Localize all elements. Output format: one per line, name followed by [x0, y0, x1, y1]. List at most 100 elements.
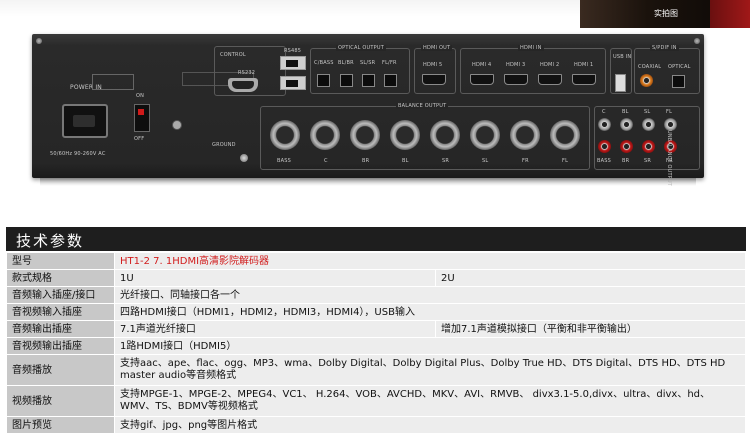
rca-bottom-label: BR — [622, 158, 630, 164]
spec-value: 支持aac、ape、flac、ogg、MP3、wma、Dolby Digital… — [114, 354, 746, 386]
spec-value: 7.1声道光纤接口 — [114, 320, 436, 338]
rca-jack — [642, 118, 655, 131]
xlr-connector — [550, 120, 580, 150]
ground-label: GROUND — [212, 142, 236, 148]
rca-top-label: SL — [644, 109, 651, 115]
spdif-label: S/PDIF IN — [650, 45, 679, 51]
optical-port-label: BL/BR — [338, 60, 354, 66]
optical-port-label: FL/FR — [382, 60, 397, 66]
xlr-connector — [390, 120, 420, 150]
xlr-connector — [470, 120, 500, 150]
rs232-port — [228, 78, 258, 92]
ground-terminal — [172, 120, 182, 130]
xlr-connector — [350, 120, 380, 150]
spec-key: 视频播放 — [6, 385, 115, 417]
rs485-label: RS485 — [284, 48, 302, 54]
rca-top-label: C — [602, 109, 606, 115]
spec-value: 支持MPGE-1、MPGE-2、MPEG4、VC1、 H.264、VOB、AVC… — [114, 385, 746, 417]
balance-port-label: SR — [442, 158, 450, 164]
rca-top-label: BL — [622, 109, 629, 115]
panel-shadow — [40, 178, 696, 186]
hdmi-port — [504, 74, 528, 85]
spec-title-bar: 技术参数 — [6, 227, 746, 251]
table-row: 音频播放 支持aac、ape、flac、ogg、MP3、wma、Dolby Di… — [6, 354, 746, 386]
spec-key: 音视频输出插座 — [6, 337, 115, 355]
spec-value: 支持gif、jpg、png等图片格式 — [114, 416, 746, 434]
hdmi-out-section — [414, 48, 456, 94]
product-photo: 实拍图 POWER IN 50/60Hz 90-260V AC ON OFF G… — [0, 0, 750, 200]
spec-value: 2U — [435, 269, 746, 287]
optical-output-label: OPTICAL OUTPUT — [336, 45, 386, 51]
spec-key: 图片预览 — [6, 416, 115, 434]
hdmi-in-port-label: HDMI 3 — [506, 62, 526, 68]
spdif-section — [634, 48, 700, 94]
spec-value: 光纤接口、同轴接口各一个 — [114, 286, 746, 304]
coaxial-port — [640, 74, 653, 87]
rca-jack-red — [598, 140, 611, 153]
usb-label: USB IN — [613, 54, 632, 60]
power-socket-inner — [73, 115, 95, 127]
xlr-connector — [430, 120, 460, 150]
ground-screw — [240, 154, 248, 162]
xlr-connector — [310, 120, 340, 150]
spec-key: 型号 — [6, 252, 115, 270]
screw-icon — [36, 38, 42, 44]
warning-label-box — [92, 74, 134, 90]
power-socket — [62, 104, 108, 138]
table-row: 款式规格 1U 2U — [6, 269, 746, 287]
table-row: 图片预览 支持gif、jpg、png等图片格式 — [6, 416, 746, 434]
switch-on-label: ON — [136, 93, 145, 99]
optical-port — [384, 74, 397, 87]
hdmi-in-port-label: HDMI 1 — [574, 62, 594, 68]
balance-port-label: BR — [362, 158, 370, 164]
rs232-port-inner — [232, 81, 254, 89]
power-spec-label: 50/60Hz 90-260V AC — [50, 151, 106, 157]
rear-panel: POWER IN 50/60Hz 90-260V AC ON OFF GROUN… — [32, 34, 704, 186]
usb-port — [615, 74, 626, 92]
hdmi-in-section — [460, 48, 606, 94]
hdmi-port — [538, 74, 562, 85]
rs232-label: RS232 — [238, 70, 256, 76]
balance-port-label: C — [324, 158, 328, 164]
balance-port-label: FR — [522, 158, 529, 164]
rca-bottom-label: SR — [644, 158, 652, 164]
rca-jack — [620, 118, 633, 131]
balance-port-label: SL — [482, 158, 489, 164]
optical-port — [317, 74, 330, 87]
rs485-port-top — [280, 56, 306, 70]
spec-value: 1U — [114, 269, 436, 287]
power-switch — [134, 104, 150, 132]
optical-port — [340, 74, 353, 87]
hdmi-out-label: HDMI OUT — [421, 45, 453, 51]
screw-icon — [694, 38, 700, 44]
spec-key: 音视频输入插座 — [6, 303, 115, 321]
control-label: CONTROL — [220, 52, 246, 58]
balance-port-label: BASS — [277, 158, 291, 164]
rca-jack-red — [642, 140, 655, 153]
spec-key: 音频输出插座 — [6, 320, 115, 338]
hdmi-port — [422, 74, 446, 85]
hdmi-in-port-label: HDMI 4 — [472, 62, 492, 68]
rs485-port-bottom — [280, 76, 306, 90]
hdmi-port — [572, 74, 596, 85]
top-banner-strip: 实拍图 — [0, 0, 750, 28]
switch-off-label: OFF — [134, 136, 145, 142]
rca-top-label: FL — [666, 109, 673, 115]
spec-table: 型号 HT1-2 7. 1HDMI高清影院解码器 款式规格 1U 2U 音频输入… — [6, 252, 746, 434]
optical-output-section — [310, 48, 410, 94]
hdmi-in-label: HDMI IN — [518, 45, 544, 51]
balance-port-label: FL — [562, 158, 569, 164]
spec-title: 技术参数 — [16, 232, 85, 250]
spdif-port-label: COAXIAL — [638, 64, 662, 70]
spdif-optical-port — [672, 75, 685, 88]
rca-bottom-label: BASS — [597, 158, 611, 164]
optical-port-label: SL/SR — [360, 60, 376, 66]
xlr-connector — [510, 120, 540, 150]
table-row: 音视频输出插座 1路HDMI接口（HDMI5） — [6, 337, 746, 355]
spdif-port-label: OPTICAL — [668, 64, 691, 70]
spec-value: 1路HDMI接口（HDMI5） — [114, 337, 746, 355]
banner-corner-text: 实拍图 — [654, 9, 678, 18]
optical-port-label: C/BASS — [314, 60, 334, 66]
rca-jack — [598, 118, 611, 131]
table-row: 音视频输入插座 四路HDMI接口（HDMI1，HDMI2，HDMI3，HDMI4… — [6, 303, 746, 321]
